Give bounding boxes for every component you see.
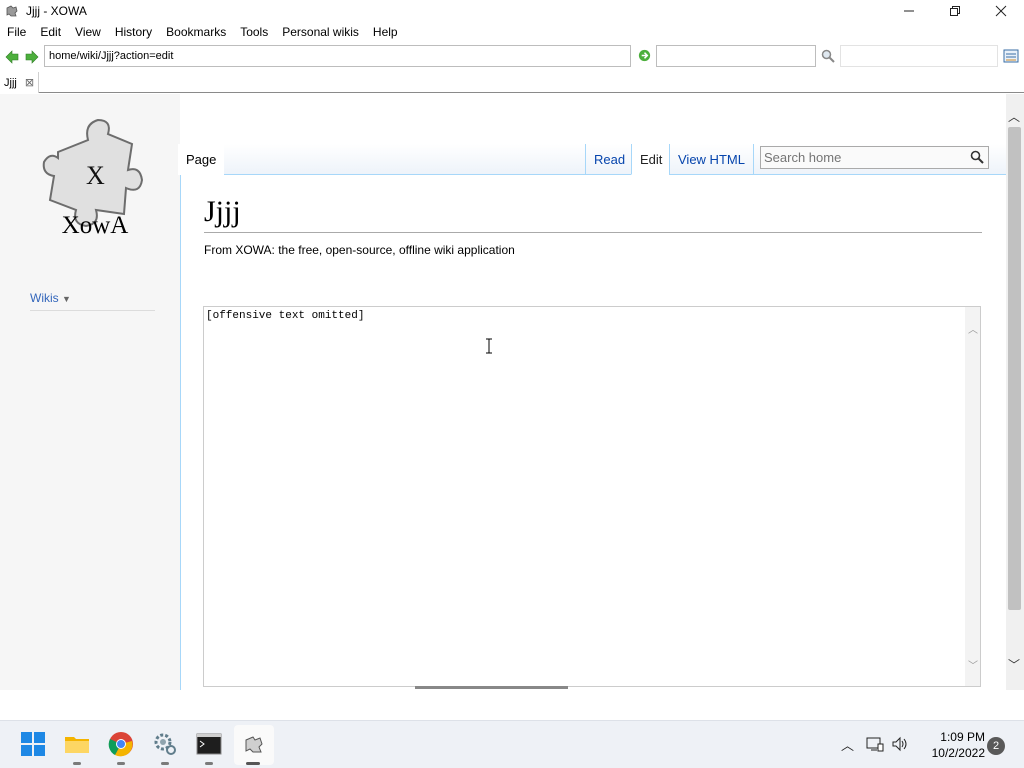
page-scrollbar[interactable]: ︿ ﹀ — [1006, 94, 1024, 690]
clock-time: 1:09 PM — [940, 730, 985, 744]
wikis-dropdown[interactable]: Wikis ▼ — [30, 291, 71, 305]
close-icon — [995, 5, 1007, 17]
tab-jjjj[interactable]: Jjjj ⊠ — [0, 72, 40, 93]
tab-strip: Jjjj ⊠ — [0, 72, 1024, 93]
search-field[interactable] — [840, 45, 998, 67]
find-input[interactable] — [656, 45, 816, 67]
sidebar: X XowA Wikis ▼ — [0, 94, 180, 690]
tab-page[interactable]: Page — [178, 144, 225, 175]
go-icon[interactable] — [637, 48, 652, 63]
minimize-icon — [904, 10, 914, 12]
forward-arrow-icon[interactable] — [24, 49, 40, 65]
editor-scrollbar[interactable]: ︿ ﹀ — [965, 307, 980, 686]
logo-text: XowA — [61, 212, 129, 239]
running-indicator — [205, 762, 213, 765]
window-controls — [886, 0, 1024, 22]
volume-icon[interactable] — [891, 736, 909, 752]
running-indicator — [73, 762, 81, 765]
running-indicator — [161, 762, 169, 765]
menu-file[interactable]: File — [0, 22, 33, 42]
close-window-button[interactable] — [978, 0, 1024, 22]
wikitext-editor: [offensive text omitted] ︿ ﹀ — [203, 306, 981, 687]
menu-personal-wikis[interactable]: Personal wikis — [275, 22, 366, 42]
wikitext-textarea[interactable]: [offensive text omitted] — [206, 309, 961, 683]
active-indicator — [246, 762, 260, 765]
menu-bookmarks[interactable]: Bookmarks — [159, 22, 233, 42]
title-bar: Jjjj - XOWA — [0, 0, 1024, 22]
search-icon[interactable] — [821, 49, 835, 63]
scroll-up-icon[interactable]: ︿ — [968, 321, 978, 336]
scroll-up-icon[interactable]: ︿ — [1008, 108, 1020, 125]
back-arrow-icon[interactable] — [4, 49, 20, 65]
chevron-down-icon: ▼ — [62, 294, 71, 304]
url-input[interactable] — [44, 45, 631, 67]
taskbar: ︿ 1:09 PM 10/2/2022 2 — [0, 720, 1024, 768]
scroll-down-icon[interactable]: ﹀ — [968, 657, 978, 672]
divider — [30, 310, 155, 311]
tab-edit[interactable]: Edit — [631, 144, 671, 175]
menu-help[interactable]: Help — [366, 22, 405, 42]
editor-resize-handle[interactable] — [415, 686, 568, 689]
menu-tools[interactable]: Tools — [233, 22, 275, 42]
windows-start-icon[interactable] — [20, 731, 46, 757]
scroll-down-icon[interactable]: ﹀ — [1008, 656, 1020, 673]
text-cursor-icon — [486, 338, 492, 354]
network-icon[interactable] — [866, 736, 884, 752]
settings-gear-icon[interactable] — [152, 731, 178, 757]
tab-close-icon[interactable]: ⊠ — [25, 76, 34, 89]
scrollbar-thumb[interactable] — [1008, 127, 1021, 610]
tab-label: Jjjj — [4, 76, 17, 89]
xowa-taskbar-icon[interactable] — [241, 731, 267, 757]
sidebar-panel-icon[interactable] — [1003, 48, 1019, 64]
address-bar — [0, 44, 1024, 70]
site-tagline: From XOWA: the free, open-source, offlin… — [204, 243, 515, 257]
tab-view-html[interactable]: View HTML — [669, 144, 754, 175]
menu-view[interactable]: View — [68, 22, 108, 42]
chrome-icon[interactable] — [108, 731, 134, 757]
menu-history[interactable]: History — [108, 22, 159, 42]
search-icon[interactable] — [970, 150, 984, 164]
restore-button[interactable] — [932, 0, 978, 22]
logo-letter: X — [86, 161, 105, 190]
taskbar-clock[interactable]: 1:09 PM 10/2/2022 — [915, 729, 985, 761]
terminal-icon[interactable] — [196, 731, 222, 757]
xowa-app-icon — [6, 5, 18, 17]
restore-icon — [950, 6, 960, 16]
title-underline — [204, 232, 982, 233]
menu-edit[interactable]: Edit — [33, 22, 68, 42]
file-explorer-icon[interactable] — [64, 731, 90, 757]
minimize-button[interactable] — [886, 0, 932, 22]
menu-bar: File Edit View History Bookmarks Tools P… — [0, 22, 1024, 42]
wikis-label: Wikis — [30, 291, 59, 305]
page-search-box — [760, 146, 989, 169]
page-search-input[interactable] — [761, 147, 961, 168]
window-title: Jjjj - XOWA — [26, 4, 87, 18]
chevron-up-icon[interactable]: ︿ — [841, 735, 854, 754]
clock-date: 10/2/2022 — [931, 746, 985, 760]
tab-read[interactable]: Read — [585, 144, 633, 175]
running-indicator — [117, 762, 125, 765]
page-title: Jjjj — [204, 195, 241, 228]
notification-badge[interactable]: 2 — [987, 737, 1005, 755]
